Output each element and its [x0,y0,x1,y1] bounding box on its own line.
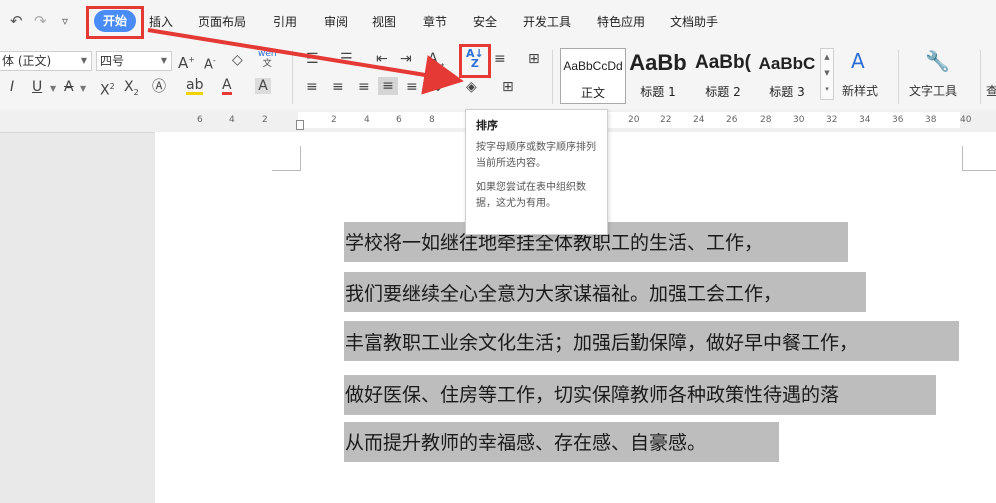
annotation-arrow [147,28,464,95]
